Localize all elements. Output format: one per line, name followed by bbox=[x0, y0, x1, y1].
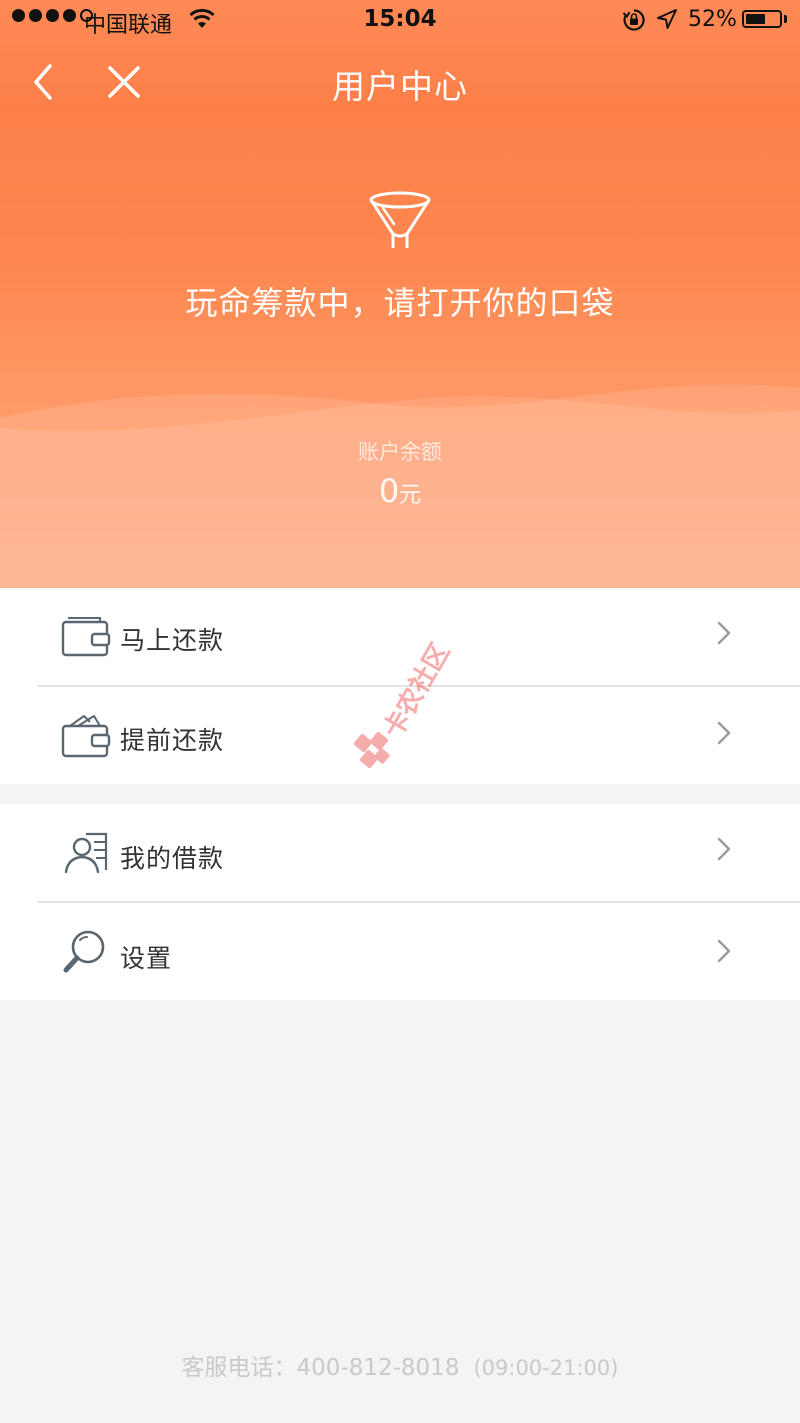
customer-service-hotline[interactable]: 客服电话：400-812-8018 (09:00-21:00) bbox=[0, 1348, 800, 1382]
chevron-right-icon bbox=[717, 939, 731, 963]
menu-item-label: 设置 bbox=[120, 944, 173, 973]
location-arrow-icon bbox=[657, 9, 677, 29]
chevron-right-icon bbox=[717, 837, 731, 861]
rotation-lock-icon bbox=[622, 9, 645, 31]
balance-unit: 元 bbox=[399, 483, 422, 508]
user-center-screen: 中国联通 15:04 52% 用户中心 玩命筹款中，请打开你的口袋 账户余额 0… bbox=[0, 0, 800, 1423]
hotline-text: 客服电话：400-812-8018 bbox=[181, 1355, 460, 1381]
balance-amount: 0元 bbox=[0, 472, 800, 510]
service-hours: (09:00-21:00) bbox=[473, 1356, 619, 1380]
battery-icon bbox=[742, 10, 782, 28]
chevron-right-icon bbox=[717, 621, 731, 645]
hero-banner: 中国联通 15:04 52% 用户中心 玩命筹款中，请打开你的口袋 账户余额 0… bbox=[0, 0, 800, 588]
watermark-logo: 卡农社区 bbox=[353, 640, 456, 769]
balance-number: 0 bbox=[378, 472, 400, 510]
account-group: 我的借款 设置 bbox=[0, 804, 800, 1000]
menu-item-my-loans[interactable]: 我的借款 bbox=[0, 804, 800, 902]
user-document-icon bbox=[64, 832, 108, 874]
battery-percent: 52% bbox=[688, 7, 737, 32]
navigation-bar: 用户中心 bbox=[0, 40, 800, 124]
menu-item-label: 提前还款 bbox=[120, 726, 225, 755]
clock: 15:04 bbox=[363, 6, 437, 32]
hero-slogan: 玩命筹款中，请打开你的口袋 bbox=[185, 284, 615, 322]
watermark-text: 卡农社区 bbox=[377, 640, 456, 744]
page-title: 用户中心 bbox=[332, 67, 468, 106]
menu-item-label: 马上还款 bbox=[120, 626, 225, 655]
funnel-icon bbox=[369, 191, 431, 248]
wallet-icon bbox=[61, 617, 111, 657]
menu-item-label: 我的借款 bbox=[120, 844, 225, 873]
menu-item-settings[interactable]: 设置 bbox=[0, 902, 800, 1000]
balance-label: 账户余额 bbox=[358, 440, 442, 464]
status-bar: 中国联通 15:04 52% bbox=[0, 0, 800, 40]
magnifier-icon bbox=[63, 930, 105, 973]
wallet-cards-icon bbox=[61, 715, 111, 758]
chevron-right-icon bbox=[717, 721, 731, 745]
battery-cap bbox=[784, 15, 787, 23]
